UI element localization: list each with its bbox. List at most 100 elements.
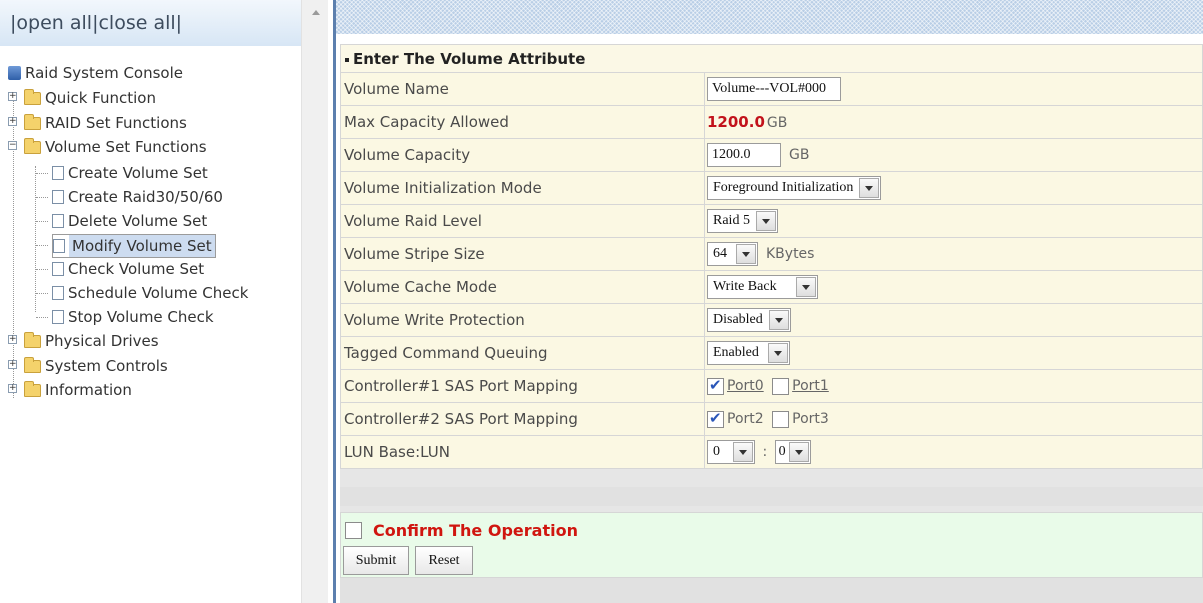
port2-label: Port2	[727, 411, 764, 427]
lun-select[interactable]: 0	[774, 440, 811, 464]
raid-level-select[interactable]: Raid 5	[707, 209, 778, 233]
close-all-link[interactable]: close all	[98, 12, 175, 34]
tree-item-raid-set-functions[interactable]: + RAID Set Functions	[8, 112, 187, 134]
tree-item-stop-volume-check[interactable]: Stop Volume Check	[52, 306, 214, 328]
port0-checkbox[interactable]	[707, 376, 724, 395]
page-icon	[52, 214, 64, 228]
row-stripe-size: Volume Stripe Size 64 KBytes	[340, 237, 1203, 271]
frame-divider	[333, 0, 336, 603]
tree-item-delete-volume-set[interactable]: Delete Volume Set	[52, 210, 207, 232]
console-icon	[8, 66, 21, 80]
cache-mode-select[interactable]: Write Back	[707, 275, 818, 299]
scroll-up-arrow-icon[interactable]	[312, 10, 320, 15]
expand-icon[interactable]: +	[8, 335, 17, 344]
tree-item-create-volume-set[interactable]: Create Volume Set	[52, 162, 208, 184]
tree-item-information[interactable]: + Information	[8, 379, 132, 401]
row-lun: LUN Base:LUN 0 : 0	[340, 435, 1203, 469]
tree-item-check-volume-set[interactable]: Check Volume Set	[52, 258, 204, 280]
content-header-band	[336, 0, 1203, 34]
port1-label[interactable]: Port1	[792, 378, 829, 394]
dropdown-arrow-icon[interactable]	[788, 442, 809, 462]
attribute-table: Enter The Volume Attribute Volume Name V…	[340, 44, 1203, 469]
reset-button[interactable]: Reset	[415, 546, 473, 575]
volume-name-input[interactable]: Volume---VOL#000	[707, 77, 841, 101]
tree-item-volume-set-functions[interactable]: − Volume Set Functions	[8, 136, 207, 158]
collapse-icon[interactable]: −	[8, 141, 17, 150]
port2-checkbox[interactable]	[707, 409, 724, 428]
folder-icon	[24, 114, 41, 130]
port0-label[interactable]: Port0	[727, 378, 764, 394]
navigation-pane: |open all|close all| Raid System Console…	[0, 0, 301, 603]
open-all-link[interactable]: open all	[16, 12, 92, 34]
tree-item-quick-function[interactable]: + Quick Function	[8, 87, 156, 109]
tree-item-label: Create Volume Set	[68, 164, 208, 182]
field-value: Disabled	[704, 303, 1203, 337]
expand-icon[interactable]: +	[8, 117, 17, 126]
tree-guide-line	[35, 166, 36, 312]
page-icon	[52, 166, 64, 180]
stripe-size-unit: KBytes	[766, 246, 815, 262]
field-value: Port0 Port1	[704, 369, 1203, 403]
form-spacer	[340, 487, 1203, 506]
dropdown-arrow-icon[interactable]	[755, 211, 776, 231]
form-footer	[340, 578, 1203, 603]
max-capacity-value: 1200.0	[707, 113, 765, 131]
expand-icon[interactable]: +	[8, 384, 17, 393]
tree-item-label: Check Volume Set	[68, 260, 205, 278]
volume-capacity-input[interactable]: 1200.0	[707, 143, 781, 167]
page-icon	[52, 310, 64, 324]
port1-checkbox[interactable]	[772, 377, 790, 395]
dropdown-arrow-icon[interactable]	[768, 310, 789, 330]
tree-item-modify-volume-set[interactable]: Modify Volume Set	[52, 234, 216, 258]
submit-button[interactable]: Submit	[343, 546, 409, 575]
tree-item-physical-drives[interactable]: + Physical Drives	[8, 330, 159, 352]
page-icon	[52, 190, 64, 204]
field-value: 0 : 0	[704, 435, 1203, 469]
expand-icon[interactable]: +	[8, 92, 17, 101]
tree-scrollbar[interactable]	[301, 0, 328, 603]
lun-base-select[interactable]: 0	[707, 440, 755, 464]
row-volume-capacity: Volume Capacity 1200.0 GB	[340, 138, 1203, 172]
tree-item-schedule-volume-check[interactable]: Schedule Volume Check	[52, 282, 248, 304]
row-tcq: Tagged Command Queuing Enabled	[340, 336, 1203, 370]
tree-guide-line	[36, 317, 48, 318]
field-label: Volume Write Protection	[340, 303, 705, 337]
tcq-select[interactable]: Enabled	[707, 341, 790, 365]
init-mode-value: Foreground Initialization	[713, 180, 854, 195]
stripe-size-select[interactable]: 64	[707, 242, 758, 266]
port3-checkbox[interactable]	[772, 410, 790, 428]
row-max-capacity: Max Capacity Allowed 1200.0 GB	[340, 105, 1203, 139]
dropdown-arrow-icon[interactable]	[736, 244, 756, 264]
field-label: Volume Name	[340, 72, 705, 106]
folder-icon	[24, 332, 41, 348]
volume-capacity-unit: GB	[789, 147, 810, 163]
tree-item-create-raid30-50-60[interactable]: Create Raid30/50/60	[52, 186, 223, 208]
tree-links: |open all|close all|	[10, 12, 182, 34]
tree-item-label: Quick Function	[45, 89, 156, 107]
row-raid-level: Volume Raid Level Raid 5	[340, 204, 1203, 238]
tree-item-label: Stop Volume Check	[68, 308, 214, 326]
tree-guide-line	[36, 269, 48, 270]
confirm-checkbox[interactable]	[345, 522, 362, 539]
tree-item-system-controls[interactable]: + System Controls	[8, 355, 168, 377]
write-protection-select[interactable]: Disabled	[707, 308, 791, 332]
field-value: Port2 Port3	[704, 402, 1203, 436]
tree-item-label: Create Raid30/50/60	[68, 188, 223, 206]
dropdown-arrow-icon[interactable]	[795, 277, 816, 297]
init-mode-select[interactable]: Foreground Initialization	[707, 176, 882, 200]
cache-mode-value: Write Back	[713, 279, 777, 294]
stripe-size-value: 64	[713, 246, 727, 261]
folder-icon	[24, 89, 41, 105]
row-write-protection: Volume Write Protection Disabled	[340, 303, 1203, 337]
lun-value: 0	[778, 444, 786, 459]
form-title: Enter The Volume Attribute	[353, 49, 586, 68]
page-icon	[52, 286, 64, 300]
dropdown-arrow-icon[interactable]	[767, 343, 788, 363]
tree-root[interactable]: Raid System Console	[8, 62, 183, 84]
dropdown-arrow-icon[interactable]	[859, 178, 880, 198]
dropdown-arrow-icon[interactable]	[733, 442, 753, 462]
folder-icon	[24, 357, 41, 373]
field-label: Volume Initialization Mode	[340, 171, 705, 205]
expand-icon[interactable]: +	[8, 360, 17, 369]
field-label: Tagged Command Queuing	[340, 336, 705, 370]
